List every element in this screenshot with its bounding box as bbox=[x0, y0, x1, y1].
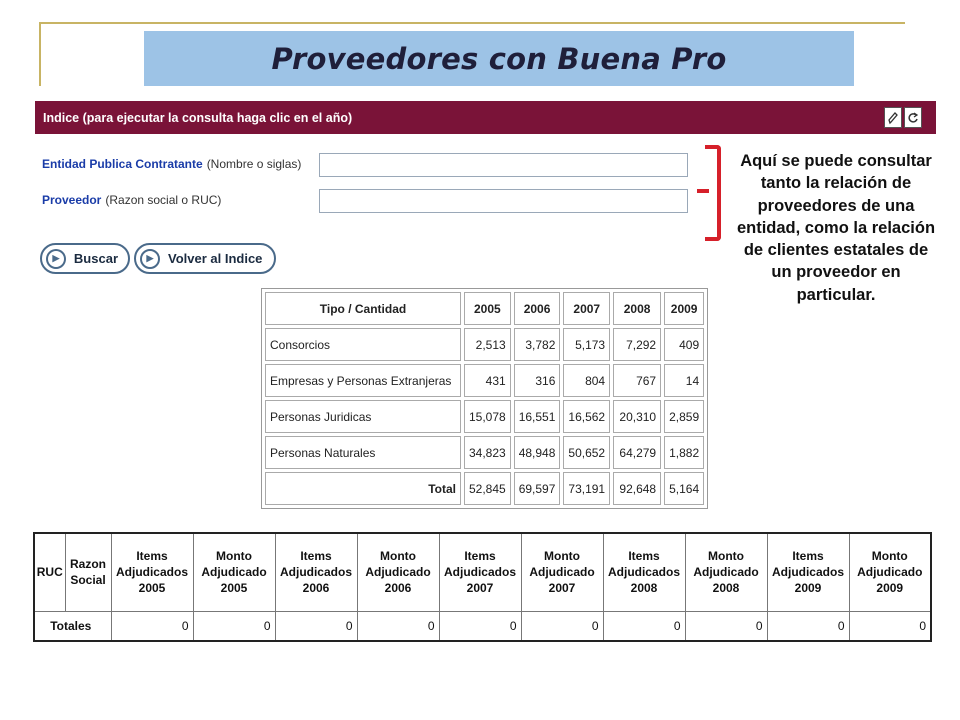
col-header-items: Items Adjudicados 2005 bbox=[110, 532, 194, 612]
buscar-button-label: Buscar bbox=[73, 251, 118, 266]
cell-value: 409 bbox=[664, 328, 705, 361]
cell-value: 34,823 bbox=[464, 436, 511, 469]
cell-value: 2,513 bbox=[464, 328, 511, 361]
play-icon: ▶ bbox=[46, 248, 66, 269]
col-header-items: Items Adjudicados 2007 bbox=[438, 532, 522, 612]
totals-value: 0 bbox=[766, 610, 850, 642]
edit-icon[interactable] bbox=[884, 107, 902, 128]
col-header-monto: Monto Adjudicado 2006 bbox=[356, 532, 440, 612]
proveedor-hint: (Razon social o RUC) bbox=[105, 193, 222, 207]
table-row: Personas Juridicas 15,078 16,551 16,562 … bbox=[265, 400, 705, 433]
col-header-year[interactable]: 2008 bbox=[613, 292, 662, 325]
entidad-hint: (Nombre o siglas) bbox=[206, 157, 302, 171]
cell-value: 3,782 bbox=[513, 328, 561, 361]
cell-value: 2,859 bbox=[664, 400, 705, 433]
totals-value: 0 bbox=[520, 610, 604, 642]
col-header-year[interactable]: 2005 bbox=[464, 292, 511, 325]
totals-value: 0 bbox=[438, 610, 522, 642]
cell-value: 316 bbox=[513, 364, 561, 397]
totals-value: 0 bbox=[356, 610, 440, 642]
col-header-monto: Monto Adjudicado 2005 bbox=[192, 532, 276, 612]
total-value: 73,191 bbox=[563, 472, 611, 505]
col-header-year[interactable]: 2006 bbox=[513, 292, 561, 325]
total-value: 52,845 bbox=[464, 472, 511, 505]
total-label: Total bbox=[265, 472, 461, 505]
col-header-items: Items Adjudicados 2006 bbox=[274, 532, 358, 612]
col-header-monto: Monto Adjudicado 2008 bbox=[684, 532, 768, 612]
col-header-monto: Monto Adjudicado 2009 bbox=[848, 532, 932, 612]
totals-value: 0 bbox=[684, 610, 768, 642]
col-header-items: Items Adjudicados 2009 bbox=[766, 532, 850, 612]
proveedor-input[interactable] bbox=[319, 189, 688, 213]
cell-value: 767 bbox=[613, 364, 662, 397]
totals-value: 0 bbox=[602, 610, 686, 642]
cell-value: 15,078 bbox=[464, 400, 511, 433]
top-decorative-line bbox=[40, 22, 905, 24]
summary-table: Tipo / Cantidad 2005 2006 2007 2008 2009… bbox=[261, 288, 709, 509]
cell-value: 431 bbox=[464, 364, 511, 397]
refresh-icon[interactable] bbox=[904, 107, 922, 128]
totals-label: Totales bbox=[33, 610, 112, 642]
index-header-text: Indice (para ejecutar la consulta haga c… bbox=[43, 110, 353, 125]
row-label: Empresas y Personas Extranjeras bbox=[265, 364, 461, 397]
explanatory-note: Aquí se puede consultar tanto la relació… bbox=[736, 152, 936, 304]
volver-button-label: Volver al Indice bbox=[168, 251, 263, 266]
totals-value: 0 bbox=[848, 610, 932, 642]
total-value: 69,597 bbox=[513, 472, 561, 505]
red-bracket-tip bbox=[697, 189, 709, 193]
header-toolbar bbox=[884, 107, 922, 128]
row-label: Personas Juridicas bbox=[265, 400, 461, 433]
slide-title-banner: Proveedores con Buena Pro bbox=[144, 31, 854, 86]
totals-value: 0 bbox=[274, 610, 358, 642]
detail-table: RUC Razon Social Items Adjudicados 2005 … bbox=[33, 532, 932, 642]
cell-value: 5,173 bbox=[563, 328, 611, 361]
total-value: 92,648 bbox=[613, 472, 662, 505]
entidad-label-row: Entidad Publica Contratante (Nombre o si… bbox=[42, 157, 301, 171]
col-header-items: Items Adjudicados 2008 bbox=[602, 532, 686, 612]
volver-indice-button[interactable]: ▶ Volver al Indice bbox=[134, 243, 276, 274]
col-header-year[interactable]: 2007 bbox=[563, 292, 611, 325]
proveedor-label-row: Proveedor (Razon social o RUC) bbox=[42, 193, 221, 207]
red-bracket bbox=[705, 145, 721, 241]
play-icon: ▶ bbox=[140, 248, 160, 269]
cell-value: 20,310 bbox=[613, 400, 662, 433]
cell-value: 16,551 bbox=[513, 400, 561, 433]
col-header-razon-social: Razon Social bbox=[64, 532, 112, 612]
buscar-button[interactable]: ▶ Buscar bbox=[40, 243, 130, 274]
row-label: Consorcios bbox=[265, 328, 461, 361]
cell-value: 64,279 bbox=[613, 436, 662, 469]
col-header-ruc: RUC bbox=[33, 532, 66, 612]
detail-header-row: RUC Razon Social Items Adjudicados 2005 … bbox=[33, 532, 932, 612]
totals-value: 0 bbox=[192, 610, 276, 642]
index-header-bar: Indice (para ejecutar la consulta haga c… bbox=[35, 101, 936, 134]
col-header-monto: Monto Adjudicado 2007 bbox=[520, 532, 604, 612]
left-decorative-line bbox=[39, 22, 41, 86]
cell-value: 14 bbox=[664, 364, 705, 397]
cell-value: 16,562 bbox=[563, 400, 611, 433]
cell-value: 50,652 bbox=[563, 436, 611, 469]
table-row: Personas Naturales 34,823 48,948 50,652 … bbox=[265, 436, 705, 469]
col-header-tipo: Tipo / Cantidad bbox=[265, 292, 461, 325]
row-label: Personas Naturales bbox=[265, 436, 461, 469]
total-row: Total 52,845 69,597 73,191 92,648 5,164 bbox=[265, 472, 705, 505]
entidad-input[interactable] bbox=[319, 153, 688, 177]
cell-value: 7,292 bbox=[613, 328, 662, 361]
summary-header-row: Tipo / Cantidad 2005 2006 2007 2008 2009 bbox=[265, 292, 705, 325]
total-value: 5,164 bbox=[664, 472, 705, 505]
totals-row: Totales 0 0 0 0 0 0 0 0 0 0 bbox=[33, 610, 932, 642]
col-header-year[interactable]: 2009 bbox=[664, 292, 705, 325]
cell-value: 804 bbox=[563, 364, 611, 397]
entidad-label: Entidad Publica Contratante bbox=[42, 157, 203, 171]
proveedor-label: Proveedor bbox=[42, 193, 102, 207]
slide-title: Proveedores con Buena Pro bbox=[271, 41, 727, 76]
table-row: Consorcios 2,513 3,782 5,173 7,292 409 bbox=[265, 328, 705, 361]
cell-value: 1,882 bbox=[664, 436, 705, 469]
table-row: Empresas y Personas Extranjeras 431 316 … bbox=[265, 364, 705, 397]
totals-value: 0 bbox=[110, 610, 194, 642]
cell-value: 48,948 bbox=[513, 436, 561, 469]
